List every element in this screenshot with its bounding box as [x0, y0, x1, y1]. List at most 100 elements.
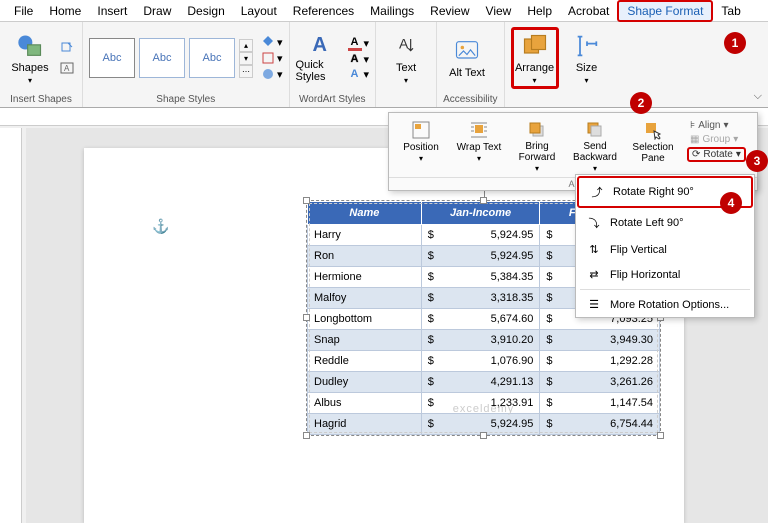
arrange-button[interactable]: Arrange ▾ [511, 27, 559, 89]
cell-feb: 3,261.26 [540, 372, 660, 393]
gallery-more-button[interactable]: ⋯ [239, 65, 253, 78]
alt-text-icon [453, 37, 481, 65]
tab-home[interactable]: Home [41, 2, 89, 20]
effects-icon [261, 67, 275, 81]
rotate-right-icon: ⤴ [589, 184, 605, 200]
tab-references[interactable]: References [285, 2, 362, 20]
flip-vertical-icon: ⇅ [586, 243, 602, 256]
edit-shape-button[interactable] [58, 39, 76, 57]
tab-extra[interactable]: Tab [713, 2, 748, 20]
group-accessibility: Alt Text Accessibility [437, 22, 504, 107]
text-outline-button[interactable]: A▾ [348, 53, 370, 66]
ribbon-tabs: File Home Insert Draw Design Layout Refe… [0, 0, 768, 22]
group-text: A Text ▾ [376, 22, 437, 107]
align-button[interactable]: ⊧Align ▾ [687, 119, 746, 132]
menu-separator [580, 289, 750, 290]
flip-vertical-item[interactable]: ⇅Flip Vertical [576, 237, 754, 262]
quick-styles-button[interactable]: A Quick Styles [296, 27, 344, 89]
resize-handle-se[interactable] [657, 432, 664, 439]
selection-pane-label: Selection Pane [625, 142, 681, 164]
text-direction-icon: A [392, 32, 420, 60]
tab-layout[interactable]: Layout [233, 2, 285, 20]
tab-view[interactable]: View [478, 2, 520, 20]
anchor-icon: ⚓ [152, 218, 169, 235]
cell-name: Hermione [308, 267, 422, 288]
style-box-2[interactable]: Abc [139, 38, 185, 78]
tab-design[interactable]: Design [179, 2, 232, 20]
flip-horizontal-item[interactable]: ⇄Flip Horizontal [576, 262, 754, 287]
tab-shape-format[interactable]: Shape Format [617, 0, 713, 22]
ribbon-collapse-button[interactable]: ⌵ [754, 90, 762, 103]
send-backward-button[interactable]: Send Backward▾ [567, 117, 623, 173]
cell-name: Malfoy [308, 288, 422, 309]
cell-name: Dudley [308, 372, 422, 393]
resize-handle-n[interactable] [480, 197, 487, 204]
chevron-down-icon: ▾ [533, 76, 537, 85]
cell-feb: 1,292.28 [540, 351, 660, 372]
gallery-up-button[interactable]: ▴ [239, 39, 253, 52]
watermark: exceldemy [453, 403, 515, 415]
alt-text-button[interactable]: Alt Text [443, 27, 491, 89]
resize-handle-w[interactable] [303, 314, 310, 321]
group-icon: ▦ [690, 134, 699, 145]
cell-feb: 3,949.30 [540, 330, 660, 351]
group-label [382, 92, 430, 105]
size-button[interactable]: Size ▾ [563, 27, 611, 89]
group-label: Accessibility [443, 92, 497, 105]
table-row: Reddle1,076.901,292.28 [308, 351, 660, 372]
tab-draw[interactable]: Draw [135, 2, 179, 20]
callout-3: 3 [746, 150, 768, 172]
shape-outline-button[interactable]: ▾ [261, 51, 283, 65]
resize-handle-sw[interactable] [303, 432, 310, 439]
callout-4: 4 [720, 192, 742, 214]
cell-name: Longbottom [308, 309, 422, 330]
group-arrange: Arrange ▾ Size ▾ [505, 22, 617, 107]
text-fill-button[interactable]: A▾ [348, 36, 370, 51]
more-options-icon: ☰ [586, 298, 602, 311]
style-box-1[interactable]: Abc [89, 38, 135, 78]
shapes-icon [16, 32, 44, 60]
position-icon [410, 119, 432, 141]
tab-help[interactable]: Help [519, 2, 560, 20]
position-button[interactable]: Position▾ [393, 117, 449, 173]
cell-jan: 4,291.13 [421, 372, 540, 393]
tab-insert[interactable]: Insert [89, 2, 135, 20]
wrap-text-button[interactable]: Wrap Text▾ [451, 117, 507, 173]
text-effects-button[interactable]: A▾ [348, 68, 370, 81]
tab-mailings[interactable]: Mailings [362, 2, 422, 20]
arrange-label: Arrange [515, 62, 554, 74]
tab-acrobat[interactable]: Acrobat [560, 2, 617, 20]
text-box-button[interactable]: A [58, 59, 76, 77]
bring-forward-button[interactable]: Bring Forward▾ [509, 117, 565, 173]
cell-name: Snap [308, 330, 422, 351]
cell-name: Ron [308, 246, 422, 267]
outline-icon [261, 51, 275, 65]
tab-review[interactable]: Review [422, 2, 477, 20]
bring-forward-icon [526, 119, 548, 140]
wrap-text-icon [468, 119, 490, 141]
selection-pane-button[interactable]: Selection Pane [625, 117, 681, 173]
group-insert-shapes: Shapes ▾ A Insert Shapes [0, 22, 83, 107]
style-box-3[interactable]: Abc [189, 38, 235, 78]
position-label: Position [403, 142, 439, 153]
resize-handle-nw[interactable] [303, 197, 310, 204]
cell-jan: 3,910.20 [421, 330, 540, 351]
shape-fill-button[interactable]: ▾ [261, 35, 283, 49]
arrange-icon [521, 32, 549, 60]
group-button[interactable]: ▦Group ▾ [687, 133, 746, 146]
col-header: Name [308, 202, 422, 225]
bring-forward-label: Bring Forward [509, 141, 565, 163]
flip-horizontal-icon: ⇄ [586, 268, 602, 281]
gallery-down-button[interactable]: ▾ [239, 52, 253, 65]
group-label: WordArt Styles [296, 92, 370, 105]
more-rotation-options-item[interactable]: ☰More Rotation Options... [576, 292, 754, 317]
shape-effects-button[interactable]: ▾ [261, 67, 283, 81]
tab-file[interactable]: File [6, 2, 41, 20]
cell-jan: 5,924.95 [421, 225, 540, 246]
rotate-button[interactable]: ⟳Rotate ▾ [687, 147, 746, 162]
text-button[interactable]: A Text ▾ [382, 27, 430, 89]
cell-jan: 5,384.35 [421, 267, 540, 288]
shapes-button[interactable]: Shapes ▾ [6, 27, 54, 89]
resize-handle-s[interactable] [480, 432, 487, 439]
group-label: Shape Styles [89, 92, 283, 105]
